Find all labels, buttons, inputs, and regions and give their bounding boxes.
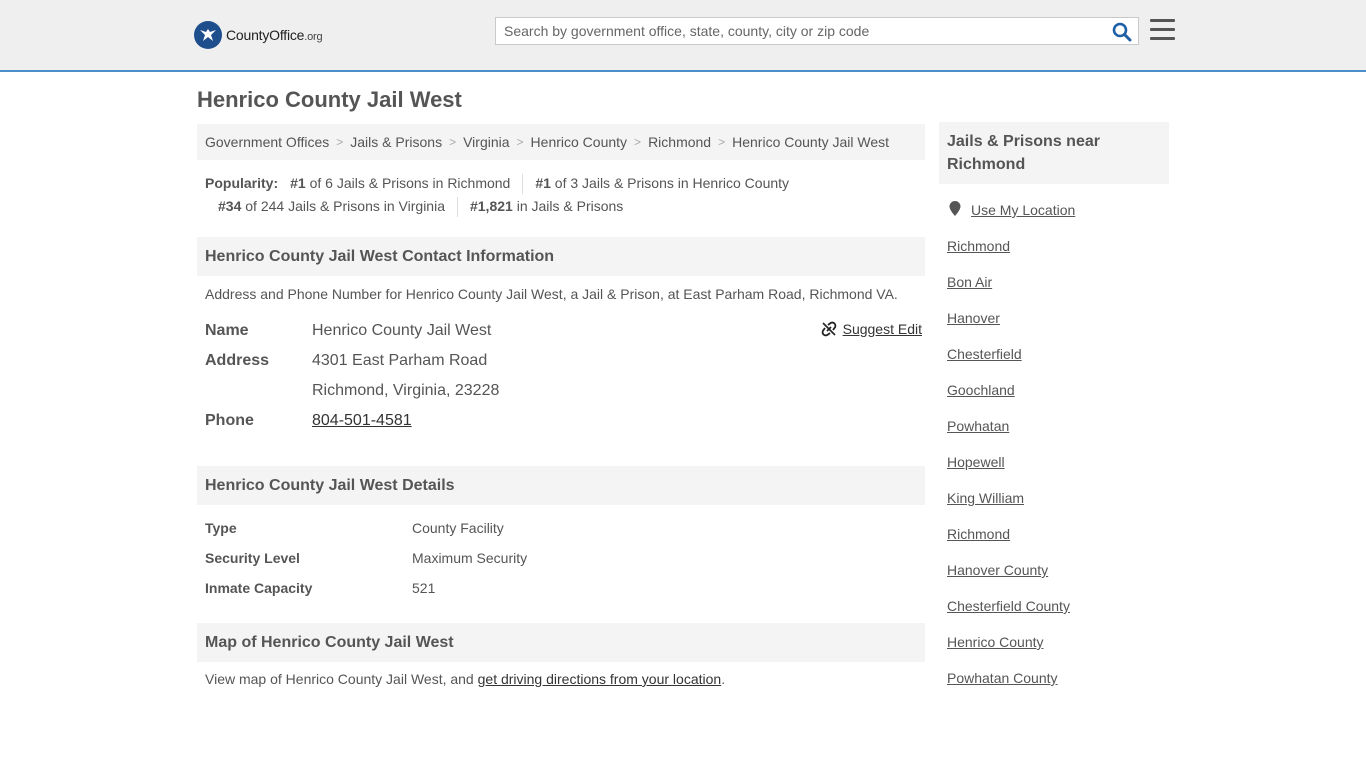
phone-link[interactable]: 804-501-4581 [312,412,412,429]
nearby-link-hanover[interactable]: Hanover [947,310,1000,326]
contact-row-name: Name Henrico County Jail West [205,316,925,346]
contact-heading: Henrico County Jail West Contact Informa… [197,237,925,276]
details-row: Inmate Capacity 521 [205,573,527,603]
contact-row-phone: Phone 804-501-4581 [205,406,925,436]
nearby-link-bon-air[interactable]: Bon Air [947,274,992,290]
map-heading: Map of Henrico County Jail West [197,623,925,662]
nearby-link-goochland[interactable]: Goochland [947,382,1015,398]
logo-tld: .org [304,31,323,43]
search-input[interactable] [496,18,1112,44]
sidebar-link: Powhatan County [947,668,1169,704]
sidebar-link: Goochland [947,380,1169,416]
sidebar-link: Chesterfield County [947,596,1169,632]
breadcrumb-jails-prisons[interactable]: Jails & Prisons [350,134,442,150]
logo-main: CountyOffice [226,27,305,43]
sidebar-heading: Jails & Prisons near Richmond [939,122,1169,184]
nearby-link-hopewell[interactable]: Hopewell [947,454,1005,470]
popularity: Popularity: #1 of 6 Jails & Prisons in R… [197,160,925,218]
sidebar-link: Chesterfield [947,344,1169,380]
breadcrumb: Government Offices > Jails & Prisons > V… [197,124,925,160]
sidebar-link: Richmond [947,236,1169,272]
suggest-edit-link[interactable]: Suggest Edit [843,321,922,337]
use-my-location-link[interactable]: Use My Location [971,200,1075,220]
breadcrumb-virginia[interactable]: Virginia [463,134,509,150]
inmate-capacity-value: 521 [412,580,436,596]
search-box [495,17,1139,45]
nearby-link-richmond[interactable]: Richmond [947,238,1010,254]
nearby-link-powhatan[interactable]: Powhatan [947,418,1009,434]
popularity-label: Popularity: [205,175,279,191]
details-row: Type County Facility [205,513,527,543]
driving-directions-link[interactable]: get driving directions from your locatio… [478,671,722,687]
sidebar-link: Hanover [947,308,1169,344]
chevron-right-icon: > [634,135,642,149]
breadcrumb-government-offices[interactable]: Government Offices [205,134,329,150]
nearby-link-king-william[interactable]: King William [947,490,1024,506]
security-level-value: Maximum Security [412,550,528,566]
sidebar-link: Bon Air [947,272,1169,308]
phone-label: Phone [205,412,254,429]
nearby-list: Use My Location Richmond Bon Air Hanover… [939,200,1169,704]
divider [522,173,524,194]
divider [456,196,458,217]
contact-description: Address and Phone Number for Henrico Cou… [205,286,898,302]
sidebar: Jails & Prisons near Richmond Use My Loc… [939,122,1169,704]
address-line1: 4301 East Parham Road [312,352,488,369]
hamburger-menu-icon[interactable] [1150,19,1175,41]
popularity-item: #1 of 6 Jails & Prisons in Richmond [290,175,511,191]
sidebar-link: Richmond [947,524,1169,560]
inmate-capacity-label: Inmate Capacity [205,580,313,596]
address-label: Address [205,352,270,369]
popularity-item: #1,821 in Jails & Prisons [469,198,624,214]
nearby-link-powhatan-county[interactable]: Powhatan County [947,670,1058,686]
chevron-right-icon: > [336,135,344,149]
nearby-link-hanover-county[interactable]: Hanover County [947,562,1048,578]
nearby-link-henrico-county[interactable]: Henrico County [947,634,1044,650]
main-content: Government Offices > Jails & Prisons > V… [197,124,925,687]
name-value: Henrico County Jail West [312,322,492,339]
use-my-location[interactable]: Use My Location [947,200,1169,236]
breadcrumb-current: Henrico County Jail West [732,134,890,150]
nearby-link-chesterfield-county[interactable]: Chesterfield County [947,598,1070,614]
popularity-item: #34 of 244 Jails & Prisons in Virginia [218,198,445,214]
search-icon[interactable] [1112,22,1132,42]
address-line2: Richmond, Virginia, 23228 [312,382,500,399]
map-pin-icon [949,201,961,216]
sidebar-link: Hopewell [947,452,1169,488]
type-label: Type [205,520,237,536]
name-label: Name [205,322,249,339]
sidebar-link: Henrico County [947,632,1169,668]
popularity-item: #1 of 3 Jails & Prisons in Henrico Count… [535,175,790,191]
nearby-link-richmond-2[interactable]: Richmond [947,526,1010,542]
sidebar-link: King William [947,488,1169,524]
chevron-right-icon: > [516,135,524,149]
security-level-label: Security Level [205,550,300,566]
nearby-link-chesterfield[interactable]: Chesterfield [947,346,1022,362]
unlink-icon [821,321,836,337]
eagle-icon [194,21,222,49]
chevron-right-icon: > [449,135,457,149]
page-title: Henrico County Jail West [197,87,462,112]
details-table: Type County Facility Security Level Maxi… [205,513,527,603]
sidebar-link: Powhatan [947,416,1169,452]
type-value: County Facility [412,520,504,536]
logo-text: CountyOffice.org [226,27,323,43]
breadcrumb-henrico-county[interactable]: Henrico County [531,134,628,150]
breadcrumb-richmond[interactable]: Richmond [648,134,711,150]
site-logo[interactable]: CountyOffice.org [194,20,323,50]
chevron-right-icon: > [718,135,726,149]
contact-table: Suggest Edit Name Henrico County Jail We… [205,316,925,436]
details-row: Security Level Maximum Security [205,543,527,573]
sidebar-link: Hanover County [947,560,1169,596]
contact-row-address2: Richmond, Virginia, 23228 [205,376,925,406]
map-description: View map of Henrico County Jail West, an… [205,671,726,687]
top-bar: CountyOffice.org [0,0,1366,72]
details-heading: Henrico County Jail West Details [197,466,925,505]
contact-row-address: Address 4301 East Parham Road [205,346,925,376]
suggest-edit-button[interactable]: Suggest Edit [821,321,922,337]
